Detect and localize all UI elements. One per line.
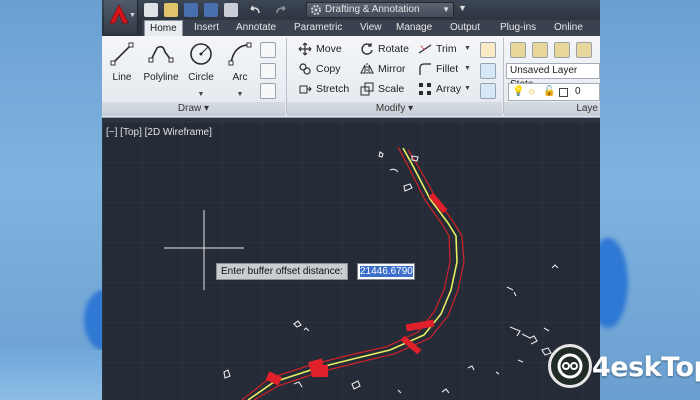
- watermark: 4eskTop: [546, 340, 700, 396]
- drawing-canvas[interactable]: [102, 122, 600, 400]
- chevron-down-icon[interactable]: ▼: [464, 60, 471, 78]
- tab-insert[interactable]: Insert: [192, 20, 221, 36]
- drawing-viewport[interactable]: [−] [Top] [2D Wireframe] Enter buffer of…: [102, 122, 600, 400]
- chevron-down-icon[interactable]: ▼: [458, 3, 467, 13]
- sun-icon: ☼: [527, 86, 537, 97]
- layer-off-icon[interactable]: [576, 42, 592, 58]
- ribbon-panel: Line Polyline Circle ▼ Arc ▼ Draw ▾ Move…: [102, 36, 600, 118]
- erase-icon[interactable]: [480, 42, 496, 58]
- tab-manage[interactable]: Manage: [394, 20, 434, 36]
- move-label: Move: [316, 43, 342, 55]
- ribbon-tabs: Home Insert Annotate Parametric View Man…: [142, 20, 600, 36]
- polyline-label: Polyline: [143, 72, 179, 83]
- workspace-label: Drafting & Annotation: [325, 4, 420, 15]
- lightbulb-icon: 💡: [512, 86, 525, 97]
- viewport-controls[interactable]: [−] [Top] [2D Wireframe]: [106, 127, 212, 138]
- chevron-down-icon: ▼: [442, 5, 450, 14]
- tab-view[interactable]: View: [358, 20, 384, 36]
- line-button[interactable]: Line: [102, 40, 142, 90]
- lock-icon: 🔓: [543, 86, 556, 97]
- print-icon[interactable]: [224, 3, 238, 17]
- new-file-icon[interactable]: [144, 3, 158, 17]
- tab-annotate[interactable]: Annotate: [234, 20, 278, 36]
- chevron-down-icon[interactable]: ▼: [464, 80, 471, 98]
- scale-icon: [360, 82, 374, 96]
- layer-isolate-icon[interactable]: [532, 42, 548, 58]
- arc-button[interactable]: Arc ▼: [220, 40, 260, 98]
- hatch-icon[interactable]: [260, 63, 276, 79]
- save-as-icon[interactable]: [204, 3, 218, 17]
- circle-button[interactable]: Circle ▼: [181, 40, 221, 98]
- fillet-label: Fillet: [436, 63, 459, 75]
- layer-properties-icon[interactable]: [510, 42, 526, 58]
- polyline-icon: [148, 45, 174, 63]
- rotate-icon: [361, 43, 373, 55]
- chevron-down-icon[interactable]: ▼: [464, 40, 471, 58]
- offset-distance-input[interactable]: 21446.6790: [357, 263, 415, 280]
- circle-label: Circle: [188, 72, 214, 83]
- copy-label: Copy: [316, 63, 341, 75]
- watermark-logo-icon: [548, 344, 592, 388]
- undo-icon[interactable]: [248, 3, 262, 17]
- array-label: Array: [436, 83, 462, 95]
- mirror-label: Mirror: [378, 63, 406, 75]
- layer-freeze-icon[interactable]: [554, 42, 570, 58]
- autocad-logo-icon: [109, 4, 129, 24]
- save-icon[interactable]: [184, 3, 198, 17]
- redo-icon[interactable]: [274, 3, 288, 17]
- offset-distance-value: 21446.6790: [360, 266, 413, 277]
- chevron-down-icon[interactable]: ▼: [198, 91, 205, 98]
- draw-panel-title[interactable]: Draw ▾: [102, 102, 285, 116]
- gear-icon: [311, 5, 321, 15]
- trim-label: Trim: [436, 43, 457, 55]
- move-icon: [298, 42, 312, 56]
- open-folder-icon[interactable]: [164, 3, 178, 17]
- stretch-icon: [299, 85, 312, 94]
- command-prompt-label: Enter buffer offset distance:: [216, 263, 348, 280]
- tab-plug-ins[interactable]: Plug-ins: [498, 20, 538, 36]
- explode-icon[interactable]: [480, 63, 496, 79]
- rectangle-icon[interactable]: [260, 42, 276, 58]
- layer-state-dropdown[interactable]: Unsaved Layer State: [506, 63, 600, 90]
- watermark-text: 4eskTop: [592, 352, 700, 383]
- line-label: Line: [112, 72, 132, 83]
- region-icon[interactable]: [260, 83, 276, 99]
- background-shape: [0, 350, 104, 400]
- chevron-down-icon[interactable]: ▼: [237, 91, 244, 98]
- offset-icon[interactable]: [480, 83, 496, 99]
- scale-label: Scale: [378, 83, 405, 95]
- line-icon: [110, 42, 134, 66]
- copy-icon: [299, 63, 311, 75]
- circle-icon: [190, 43, 212, 65]
- modify-panel-title[interactable]: Modify ▾: [287, 102, 502, 116]
- polyline-button[interactable]: Polyline: [139, 40, 183, 90]
- tab-online[interactable]: Online: [552, 20, 585, 36]
- arc-label: Arc: [232, 72, 248, 83]
- tab-output[interactable]: Output: [448, 20, 482, 36]
- tab-home[interactable]: Home: [144, 20, 183, 36]
- grid: [102, 122, 600, 400]
- stretch-label: Stretch: [316, 83, 350, 95]
- autocad-window: Drafting & Annotation ▼ ▼ ▼ Home Insert …: [102, 0, 600, 400]
- layer-name: 0: [575, 86, 581, 97]
- array-icon: [419, 83, 431, 95]
- arc-icon: [228, 42, 252, 66]
- rotate-label: Rotate: [378, 43, 409, 55]
- mirror-icon: [360, 63, 374, 75]
- chevron-down-icon: ▼: [129, 12, 136, 19]
- tab-parametric[interactable]: Parametric: [292, 20, 344, 36]
- fillet-icon: [419, 63, 431, 75]
- color-swatch: [559, 88, 568, 97]
- workspace-dropdown[interactable]: Drafting & Annotation ▼: [306, 2, 454, 18]
- application-menu-button[interactable]: ▼: [104, 0, 138, 34]
- title-bar: Drafting & Annotation ▼ ▼: [102, 0, 600, 20]
- trim-icon: [418, 44, 432, 54]
- current-layer-dropdown[interactable]: 💡 ☼ 🔓 0: [508, 83, 600, 101]
- layers-panel-title[interactable]: Laye: [504, 102, 600, 116]
